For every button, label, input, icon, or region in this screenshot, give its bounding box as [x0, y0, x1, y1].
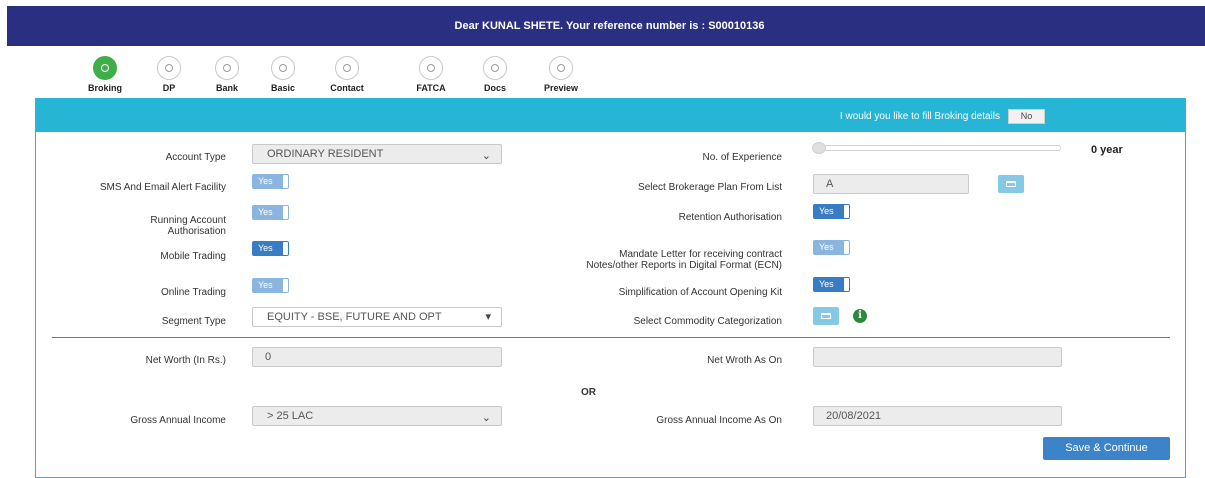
info-icon[interactable]: i: [853, 309, 867, 323]
step-circle-icon: [483, 56, 507, 80]
brokerage-plan-input[interactable]: A: [813, 174, 969, 194]
step-circle-icon: [93, 56, 117, 80]
step-circle-icon: [419, 56, 443, 80]
experience-label: No. of Experience: [702, 152, 783, 163]
step-label: Contact: [330, 83, 364, 93]
account-type-label: Account Type: [165, 152, 226, 163]
experience-slider-track[interactable]: [816, 145, 1061, 151]
step-dp[interactable]: DP: [139, 56, 199, 93]
segment-type-value: EQUITY - BSE, FUTURE AND OPT: [267, 311, 442, 323]
mandate-letter-label-line2: Notes/other Reports in Digital Format (E…: [586, 260, 782, 271]
fill-broking-toggle[interactable]: No: [1008, 109, 1045, 124]
step-label: Docs: [483, 83, 506, 93]
online-trading-label: Online Trading: [160, 287, 226, 298]
reference-banner-text: Dear KUNAL SHETE. Your reference number …: [454, 20, 765, 32]
running-account-label-line1: Running Account: [150, 215, 226, 226]
gross-income-as-on-input[interactable]: 20/08/2021: [813, 406, 1062, 426]
step-circle-icon: [215, 56, 239, 80]
gross-income-as-on-label: Gross Annual Income As On: [656, 415, 782, 426]
step-docs[interactable]: Docs: [465, 56, 525, 93]
mandate-letter-label-line1: Mandate Letter for receiving contract: [619, 249, 782, 260]
sms-alert-label: SMS And Email Alert Facility: [99, 182, 226, 193]
step-circle-icon: [157, 56, 181, 80]
step-preview[interactable]: Preview: [531, 56, 591, 93]
step-label: Broking: [87, 83, 122, 93]
commodity-select-button[interactable]: [813, 307, 839, 325]
broking-panel: I would you like to fill Broking details…: [35, 98, 1186, 478]
list-icon: [1006, 181, 1016, 187]
retention-label: Retention Authorisation: [678, 212, 782, 223]
step-basic[interactable]: Basic: [253, 56, 313, 93]
retention-toggle[interactable]: Yes: [813, 204, 850, 219]
section-divider: [52, 337, 1170, 338]
experience-slider-handle[interactable]: [812, 142, 826, 154]
or-separator: OR: [581, 387, 596, 398]
net-worth-as-on-label: Net Wroth As On: [707, 355, 782, 366]
step-fatca[interactable]: FATCA: [401, 56, 461, 93]
step-label: Preview: [543, 83, 579, 93]
gross-income-value: > 25 LAC: [267, 410, 314, 422]
net-worth-as-on-input[interactable]: [813, 347, 1062, 367]
commodity-label: Select Commodity Categorization: [633, 316, 782, 327]
list-icon: [821, 313, 831, 319]
fill-broking-question: I would you like to fill Broking details: [839, 111, 1000, 122]
running-account-toggle[interactable]: Yes: [252, 205, 289, 220]
simplification-toggle[interactable]: Yes: [813, 277, 850, 292]
step-label: Bank: [215, 83, 238, 93]
reference-banner: Dear KUNAL SHETE. Your reference number …: [7, 6, 1205, 46]
mandate-letter-label: Mandate Letter for receiving contract No…: [462, 249, 782, 271]
brokerage-plan-list-button[interactable]: [998, 175, 1024, 193]
online-trading-toggle[interactable]: Yes: [252, 278, 289, 293]
save-continue-button[interactable]: Save & Continue: [1043, 437, 1170, 460]
sms-alert-toggle[interactable]: Yes: [252, 174, 289, 189]
mobile-trading-label: Mobile Trading: [160, 251, 226, 262]
mandate-letter-toggle[interactable]: Yes: [813, 240, 850, 255]
step-bank[interactable]: Bank: [197, 56, 257, 93]
step-circle-icon: [271, 56, 295, 80]
step-label: DP: [162, 83, 176, 93]
step-circle-icon: [335, 56, 359, 80]
mobile-trading-toggle[interactable]: Yes: [252, 241, 289, 256]
step-contact[interactable]: Contact: [317, 56, 377, 93]
running-account-label-line2: Authorisation: [167, 226, 226, 237]
running-account-label: Running Account Authorisation: [36, 215, 226, 237]
segment-type-label: Segment Type: [161, 316, 226, 327]
simplification-label: Simplification of Account Opening Kit: [618, 287, 782, 298]
net-worth-label: Net Worth (In Rs.): [145, 355, 226, 366]
step-broking[interactable]: Broking: [75, 56, 135, 93]
brokerage-plan-label: Select Brokerage Plan From List: [638, 182, 782, 193]
step-label: Basic: [270, 83, 296, 93]
step-circle-icon: [549, 56, 573, 80]
step-label: FATCA: [416, 83, 446, 93]
experience-value: 0 year: [1091, 144, 1123, 156]
gross-income-label: Gross Annual Income: [130, 415, 226, 426]
panel-header: I would you like to fill Broking details…: [36, 98, 1185, 132]
account-type-value: ORDINARY RESIDENT: [267, 148, 384, 160]
